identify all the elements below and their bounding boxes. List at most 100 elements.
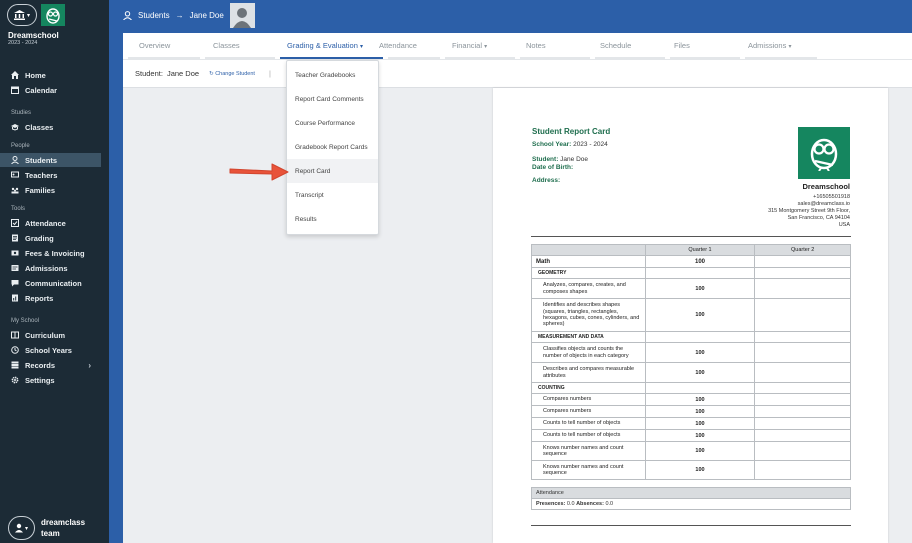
sidebar-item-grading[interactable]: Grading <box>0 231 101 245</box>
sidebar-item-label: Teachers <box>25 170 58 180</box>
sidebar-item-teachers[interactable]: Teachers <box>0 168 101 182</box>
tab-attendance[interactable]: Attendance <box>379 41 417 50</box>
skill-row: Classifies objects and counts the number… <box>531 342 851 363</box>
chevron-down-icon: ▾ <box>24 525 28 532</box>
subject-grade: 100 <box>644 255 756 268</box>
sidebar-item-calendar[interactable]: Calendar <box>0 83 101 97</box>
report-school-logo <box>798 127 850 179</box>
communication-icon <box>11 279 19 287</box>
families-icon <box>11 186 19 194</box>
sidebar-item-curriculum[interactable]: Curriculum <box>0 328 101 342</box>
school-name: Dreamschool <box>8 31 59 40</box>
menu-item-transcript[interactable]: Transcript <box>287 183 378 207</box>
students-icon <box>11 156 19 164</box>
sidebar-item-attendance[interactable]: Attendance <box>0 216 101 230</box>
group-name: COUNTING <box>531 382 646 394</box>
user-menu[interactable]: ▾ dreamclass team <box>8 516 85 540</box>
sidebar-item-communication[interactable]: Communication <box>0 276 101 290</box>
page-backdrop-left <box>109 31 123 543</box>
empty-cell <box>754 267 851 279</box>
attendance-icon <box>11 219 19 227</box>
skill-grade: 100 <box>644 393 756 406</box>
breadcrumb-students[interactable]: Students <box>138 11 170 20</box>
sidebar-item-reports[interactable]: Reports <box>0 291 101 305</box>
tab-schedule[interactable]: Schedule <box>600 41 631 50</box>
sidebar-item-label: Grading <box>25 233 54 243</box>
menu-item-course-performance[interactable]: Course Performance <box>287 111 378 135</box>
report-card-preview: Student Report Card School Year: 2023 - … <box>493 88 888 543</box>
skill-name: Identifies and describes shapes (squares… <box>531 298 646 332</box>
student-line-value: Jane Doe <box>560 156 588 163</box>
school-logo <box>41 4 65 26</box>
user-avatar[interactable]: ▾ <box>8 516 35 540</box>
country: USA <box>838 222 850 228</box>
sidebar-item-students[interactable]: Students <box>0 153 101 167</box>
sidebar-item-records[interactable]: Records › <box>0 358 101 372</box>
avatar-silhouette-icon <box>233 8 252 28</box>
group-row: GEOMETRY <box>531 267 851 279</box>
tab-label: Admissions <box>748 41 787 50</box>
skill-grade: 100 <box>644 342 756 363</box>
school-year-line: School Year: 2023 - 2024 <box>532 141 608 148</box>
group-name: MEASUREMENT AND DATA <box>531 331 646 343</box>
tab-overview[interactable]: Overview <box>139 41 170 50</box>
menu-item-teacher-gradebooks[interactable]: Teacher Gradebooks <box>287 63 378 87</box>
skill-row: Describes and compares measurable attrib… <box>531 362 851 383</box>
grades-table: Quarter 1 Quarter 2 Math 100 GEOMETRY An… <box>531 244 851 480</box>
group-row: COUNTING <box>531 382 851 394</box>
student-label: Student: <box>135 69 163 78</box>
divider <box>531 236 851 237</box>
curriculum-icon <box>11 331 19 339</box>
skill-name: Compares numbers <box>531 405 646 418</box>
change-student-label: Change Student <box>215 70 255 77</box>
report-school-contact: +16505501918 sales@dreamclass.io 315 Mon… <box>768 194 850 229</box>
skill-grade: 100 <box>644 278 756 299</box>
pointer-arrow-icon <box>229 163 289 181</box>
menu-item-report-card-comments[interactable]: Report Card Comments <box>287 87 378 111</box>
table-header-row: Quarter 1 Quarter 2 <box>531 244 851 256</box>
menu-item-results[interactable]: Results <box>287 207 378 231</box>
menu-item-gradebook-report-cards[interactable]: Gradebook Report Cards <box>287 135 378 159</box>
chevron-down-icon: ▾ <box>26 12 30 19</box>
sidebar-item-fees[interactable]: Fees & Invoicing <box>0 246 101 260</box>
school-year: 2023 - 2024 <box>8 40 38 46</box>
sidebar-item-classes[interactable]: Classes <box>0 120 101 134</box>
caret-down-icon: ▾ <box>788 44 792 50</box>
phone: +16505501918 <box>813 194 850 200</box>
skill-name: Counts to tell number of objects <box>531 417 646 430</box>
header-quarter-1: Quarter 1 <box>644 244 756 256</box>
sidebar-item-label: Attendance <box>25 218 66 228</box>
school-year-label: School Year: <box>532 141 572 148</box>
tab-files[interactable]: Files <box>674 41 690 50</box>
user-icon <box>14 523 23 533</box>
student-line: Student: Jane Doe <box>532 156 588 163</box>
skill-grade: 100 <box>644 460 756 480</box>
sidebar-item-settings[interactable]: Settings <box>0 373 101 387</box>
change-student-link[interactable]: ↻ Change Student <box>209 71 255 77</box>
sidebar-section-my-school: My School <box>11 318 40 324</box>
menu-item-report-card[interactable]: Report Card <box>287 159 378 183</box>
sidebar-item-families[interactable]: Families <box>0 183 101 197</box>
tab-notes[interactable]: Notes <box>526 41 546 50</box>
email: sales@dreamclass.io <box>797 201 850 207</box>
tab-classes[interactable]: Classes <box>213 41 240 50</box>
tab-financial[interactable]: Financial ▾ <box>452 41 487 50</box>
sidebar-item-school-years[interactable]: School Years <box>0 343 101 357</box>
skill-name: Describes and compares measurable attrib… <box>531 362 646 383</box>
tab-grading-evaluation[interactable]: Grading & Evaluation ▾ <box>287 41 363 50</box>
sidebar-item-home[interactable]: Home <box>0 68 101 82</box>
tab-admissions[interactable]: Admissions ▾ <box>748 41 791 50</box>
sidebar-item-label: School Years <box>25 345 72 355</box>
skill-row: Knows number names and count sequence 100 <box>531 441 851 461</box>
sidebar-item-label: Fees & Invoicing <box>25 248 85 258</box>
school-switcher-button[interactable]: ▾ <box>7 4 37 26</box>
attendance-box: Attendance Presences: 0.0 Absences: 0.0 <box>531 487 851 510</box>
empty-cell <box>754 255 851 268</box>
sidebar-item-admissions[interactable]: Admissions <box>0 261 101 275</box>
report-school-name: Dreamschool <box>802 182 850 191</box>
empty-cell <box>754 331 851 343</box>
student-avatar <box>229 3 255 28</box>
sidebar-item-label: Records <box>25 360 56 370</box>
attendance-title: Attendance <box>532 488 850 499</box>
address-line: Address: <box>532 177 561 184</box>
